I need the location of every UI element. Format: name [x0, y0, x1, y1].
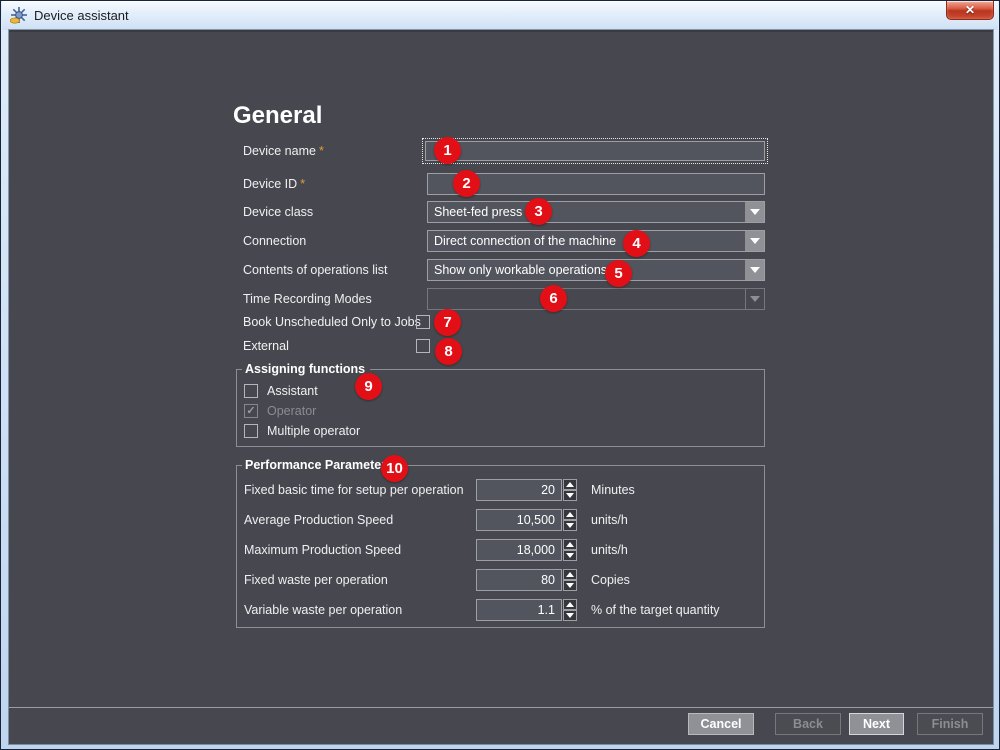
max-speed-unit: units/h	[591, 543, 628, 557]
setup-time-unit: Minutes	[591, 483, 635, 497]
time-recording-label: Time Recording Modes	[243, 292, 372, 306]
step-badge-7: 7	[434, 309, 461, 336]
chevron-down-icon	[749, 209, 760, 215]
operations-list-label: Contents of operations list	[243, 263, 388, 277]
fixed-waste-input[interactable]	[476, 569, 562, 591]
step-badge-5: 5	[605, 260, 632, 287]
setup-time-input[interactable]	[476, 479, 562, 501]
device-name-label: Device name *	[243, 144, 324, 158]
operations-list-dropdown-button[interactable]	[745, 260, 764, 280]
chevron-down-icon	[749, 238, 760, 244]
arrow-down-icon	[566, 613, 574, 618]
avg-speed-spin-up[interactable]	[563, 509, 577, 520]
connection-dropdown[interactable]: Direct connection of the machine	[427, 230, 765, 252]
chevron-down-icon	[750, 296, 760, 302]
setup-time-spin-up[interactable]	[563, 479, 577, 490]
step-badge-1: 1	[434, 137, 461, 164]
required-asterisk: *	[300, 177, 306, 191]
time-recording-dropdown-button	[745, 289, 764, 309]
checkmark-icon: ✓	[246, 405, 256, 417]
fixed-waste-unit: Copies	[591, 573, 630, 587]
next-button[interactable]: Next	[849, 713, 904, 735]
assistant-label: Assistant	[267, 384, 318, 398]
required-asterisk: *	[318, 144, 324, 158]
arrow-down-icon	[566, 553, 574, 558]
variable-waste-spin-up[interactable]	[563, 599, 577, 610]
arrow-down-icon	[566, 523, 574, 528]
device-class-label: Device class	[243, 205, 314, 219]
avg-speed-unit: units/h	[591, 513, 628, 527]
setup-time-spin-down[interactable]	[563, 490, 577, 501]
arrow-up-icon	[566, 572, 574, 577]
max-speed-spin-up[interactable]	[563, 539, 577, 550]
variable-waste-spin-down[interactable]	[563, 610, 577, 621]
avg-speed-label: Average Production Speed	[244, 513, 394, 527]
arrow-down-icon	[566, 493, 574, 498]
operations-list-dropdown[interactable]: Show only workable operations	[427, 259, 765, 281]
device-class-value: Sheet-fed press	[434, 205, 523, 219]
step-badge-6: 6	[540, 285, 567, 312]
operator-label: Operator	[267, 404, 317, 418]
connection-value: Direct connection of the machine	[434, 234, 617, 248]
arrow-up-icon	[566, 542, 574, 547]
fixed-waste-label: Fixed waste per operation	[244, 573, 388, 587]
step-badge-3: 3	[525, 198, 552, 225]
variable-waste-input[interactable]	[476, 599, 562, 621]
arrow-up-icon	[566, 602, 574, 607]
fixed-waste-spin-down[interactable]	[563, 580, 577, 591]
device-name-focus-ring	[422, 138, 768, 164]
max-speed-label: Maximum Production Speed	[244, 543, 402, 557]
setup-time-label: Fixed basic time for setup per operation	[244, 483, 464, 497]
assigning-functions-title: Assigning functions	[242, 362, 371, 376]
variable-waste-label: Variable waste per operation	[244, 603, 403, 617]
max-speed-input[interactable]	[476, 539, 562, 561]
fixed-waste-spin-up[interactable]	[563, 569, 577, 580]
step-badge-8: 8	[435, 338, 462, 365]
back-button: Back	[775, 713, 841, 735]
arrow-up-icon	[566, 512, 574, 517]
cancel-button[interactable]: Cancel	[688, 713, 754, 735]
time-recording-value	[428, 289, 745, 309]
time-recording-dropdown	[427, 288, 765, 310]
connection-dropdown-button[interactable]	[745, 231, 764, 251]
chevron-down-icon	[749, 267, 760, 273]
max-speed-spin-down[interactable]	[563, 550, 577, 561]
avg-speed-input[interactable]	[476, 509, 562, 531]
variable-waste-unit: % of the target quantity	[591, 603, 720, 617]
assistant-checkbox[interactable]	[244, 384, 258, 398]
step-badge-10: 10	[381, 455, 408, 482]
step-badge-2: 2	[453, 170, 480, 197]
external-checkbox[interactable]	[416, 339, 430, 353]
close-icon: ✕	[964, 3, 976, 17]
close-button[interactable]: ✕	[946, 1, 994, 20]
external-label: External	[243, 339, 289, 353]
page-title: General	[233, 102, 323, 129]
step-badge-4: 4	[623, 230, 650, 257]
step-badge-9: 9	[355, 373, 382, 400]
device-class-dropdown-button[interactable]	[745, 202, 764, 222]
operator-checkbox: ✓	[244, 404, 258, 418]
connection-label: Connection	[243, 234, 307, 248]
footer-divider	[9, 707, 993, 708]
arrow-up-icon	[566, 482, 574, 487]
window-title: Device assistant	[34, 8, 129, 23]
device-name-input[interactable]	[425, 141, 765, 161]
multiple-operator-checkbox[interactable]	[244, 424, 258, 438]
device-class-dropdown[interactable]: Sheet-fed press	[427, 201, 765, 223]
app-gear-icon	[10, 7, 27, 24]
book-unscheduled-label: Book Unscheduled Only to Jobs	[243, 315, 421, 329]
device-assistant-window: Device assistant ✕ General Device name * …	[0, 0, 1000, 750]
operations-list-value: Show only workable operations	[434, 263, 608, 277]
arrow-down-icon	[566, 583, 574, 588]
finish-button: Finish	[917, 713, 983, 735]
book-unscheduled-checkbox[interactable]	[416, 315, 430, 329]
device-id-label: Device ID *	[243, 177, 306, 191]
title-bar: Device assistant ✕	[2, 1, 998, 30]
performance-parameters-title: Performance Parameters	[242, 458, 398, 472]
multiple-operator-label: Multiple operator	[267, 424, 361, 438]
avg-speed-spin-down[interactable]	[563, 520, 577, 531]
